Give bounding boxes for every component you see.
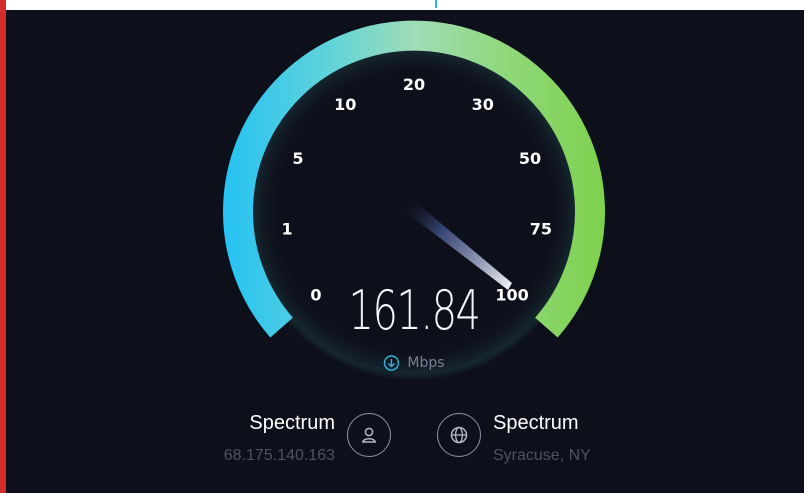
gauge-label-20: 20	[403, 75, 425, 94]
speed-gauge: 0151020305075100	[223, 20, 605, 380]
gauge-label-10: 10	[334, 95, 356, 114]
gauge-label-0: 0	[310, 285, 321, 304]
server-provider-name: Spectrum	[493, 412, 579, 434]
unit-label: Mbps	[407, 355, 445, 371]
user-button[interactable]	[347, 413, 391, 457]
gauge-label-1: 1	[282, 220, 293, 239]
speed-value: 161.84	[348, 279, 481, 342]
gauge-label-50: 50	[519, 149, 541, 168]
gauge-label-5: 5	[292, 149, 303, 168]
gauge-label-75: 75	[530, 220, 552, 239]
user-icon	[361, 427, 377, 443]
gauge-label-30: 30	[472, 95, 494, 114]
client-ip-address: 68.175.140.163	[223, 447, 335, 464]
client-provider-name: Spectrum	[249, 412, 335, 434]
download-arrow-icon	[383, 355, 400, 371]
speedtest-screen: 0 1 5 10 20 30 50 75 100 161.84 Mbps Spectrum 68…	[0, 0, 804, 493]
globe-icon	[450, 426, 468, 444]
server-button[interactable]	[437, 413, 481, 457]
server-location: Syracuse, NY	[493, 447, 591, 464]
unit-row: Mbps	[383, 355, 445, 371]
